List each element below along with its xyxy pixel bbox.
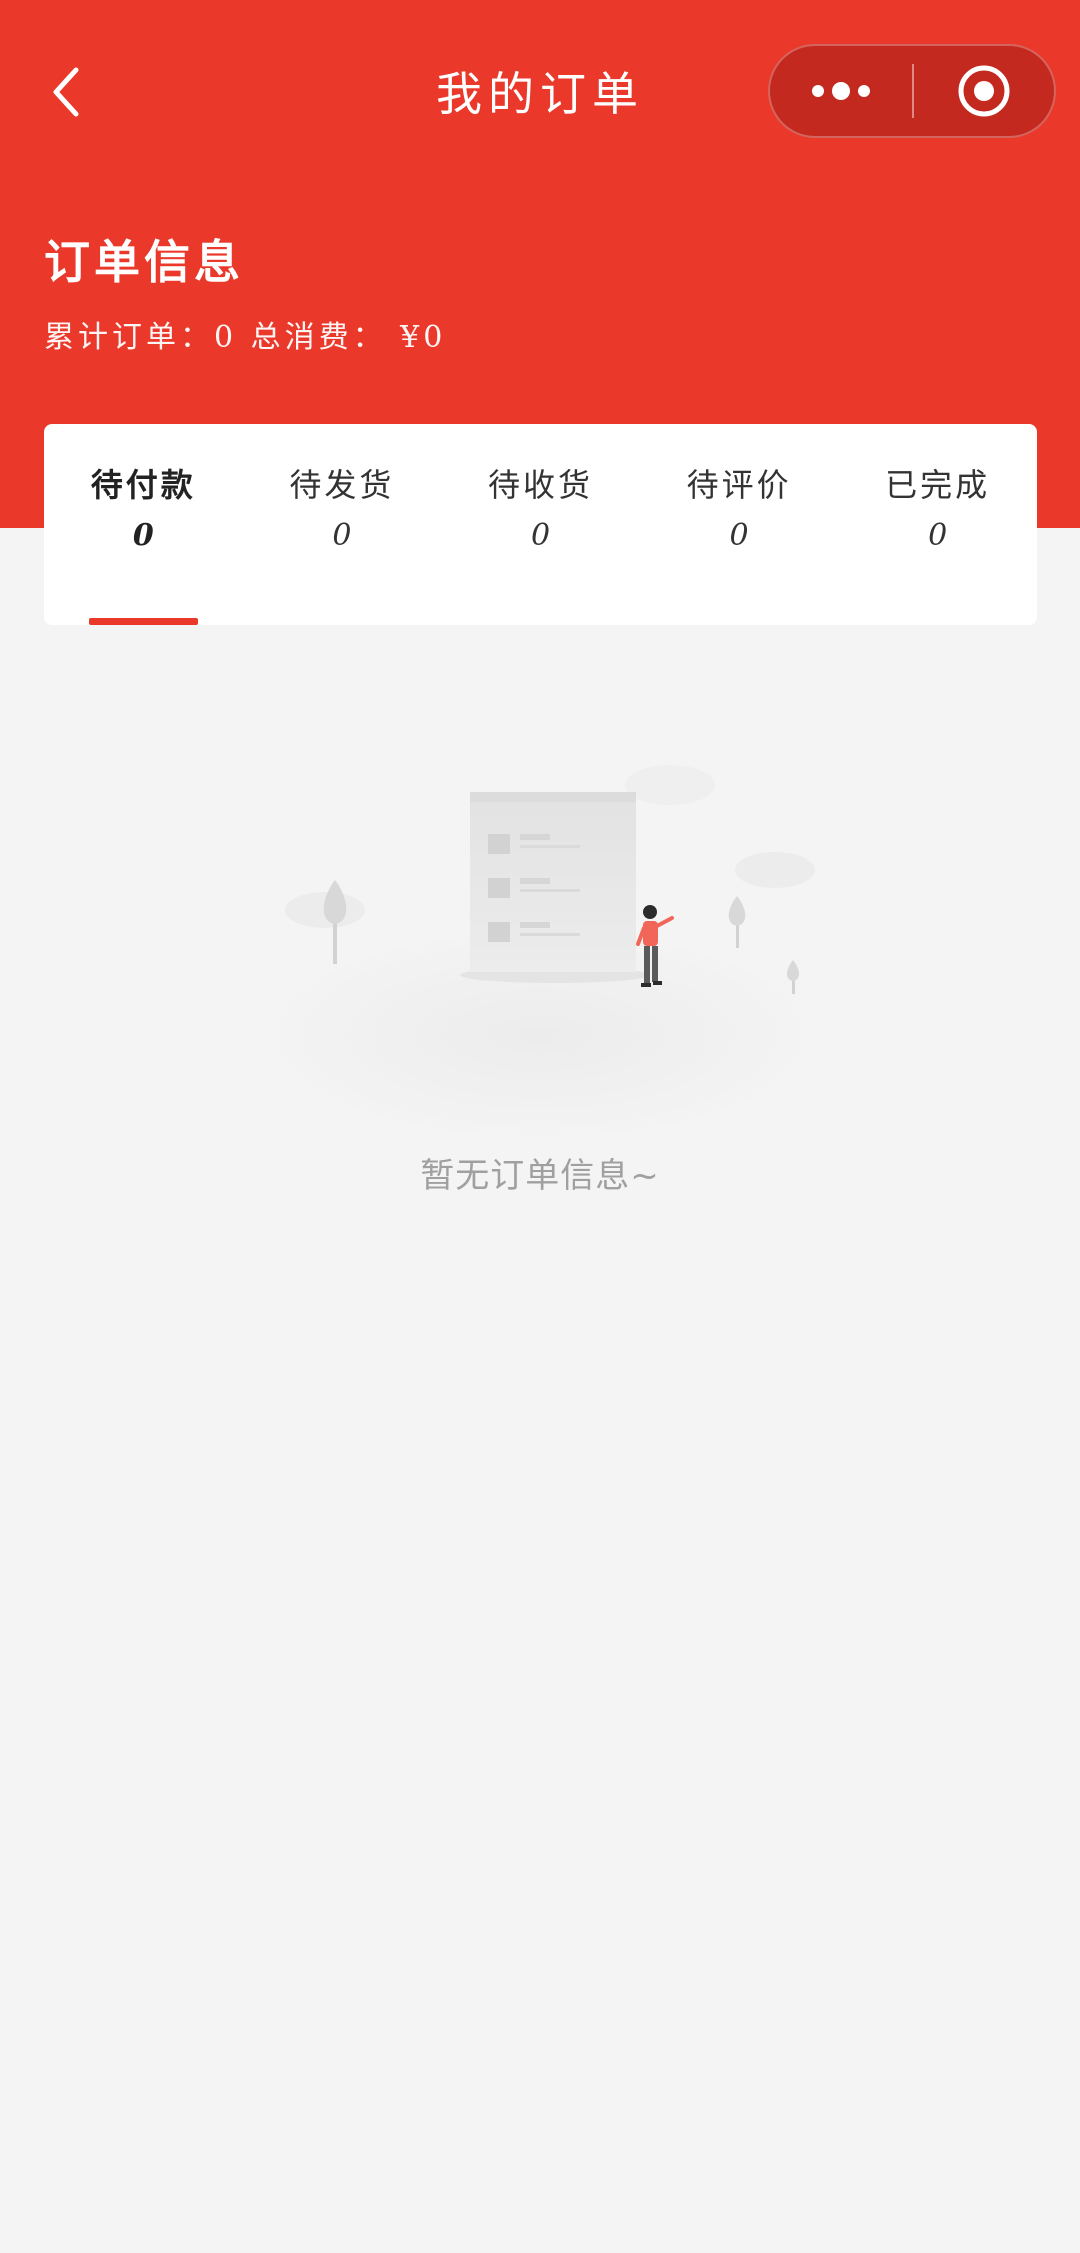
tab-pending-review[interactable]: 待评价 0	[640, 424, 839, 625]
tab-label: 待收货	[487, 466, 593, 504]
tab-label: 待评价	[686, 466, 792, 504]
tab-count: 0	[332, 518, 352, 553]
close-button[interactable]	[914, 46, 1054, 136]
tab-completed[interactable]: 已完成 0	[838, 424, 1037, 625]
tab-pending-receipt[interactable]: 待收货 0	[441, 424, 640, 625]
order-summary-stats: 累计订单：0 总消费： ¥0	[44, 320, 447, 355]
active-tab-indicator	[89, 618, 198, 625]
tab-label: 待发货	[289, 466, 395, 504]
empty-state-message: 暂无订单信息~	[420, 1156, 660, 1196]
more-dots-icon	[812, 85, 824, 97]
tab-label: 待付款	[90, 466, 196, 504]
mini-program-capsule	[768, 44, 1056, 138]
more-dots-icon-center	[832, 82, 850, 100]
target-circle-icon	[958, 65, 1010, 117]
tab-pending-payment[interactable]: 待付款 0	[44, 424, 243, 625]
tab-count: 0	[729, 518, 749, 553]
more-button[interactable]	[770, 46, 912, 136]
empty-state-illustration	[250, 765, 830, 1145]
tab-label: 已完成	[885, 466, 991, 504]
tab-count: 0	[530, 518, 551, 553]
more-dots-icon-right	[858, 85, 870, 97]
order-info-heading: 订单信息	[44, 235, 244, 289]
tab-pending-shipment[interactable]: 待发货 0	[243, 424, 442, 625]
tab-count: 0	[132, 518, 154, 553]
order-status-tabs: 待付款 0 待发货 0 待收货 0 待评价 0 已完成 0	[44, 424, 1037, 625]
tab-count: 0	[928, 518, 948, 553]
